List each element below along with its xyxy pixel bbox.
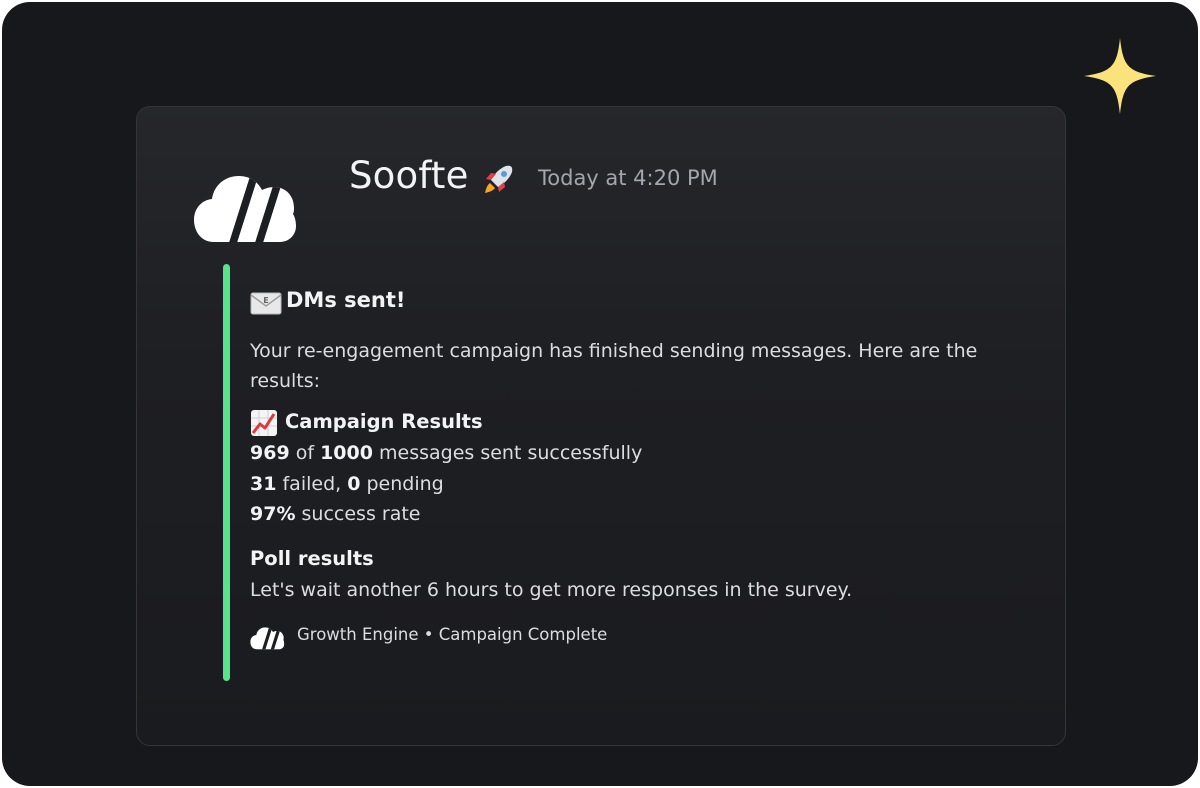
pending-suffix: pending [360, 473, 444, 495]
embed-description: Your re-engagement campaign has finished… [250, 340, 978, 392]
svg-text:E: E [263, 296, 268, 305]
author-name[interactable]: Soofte [349, 154, 469, 197]
sparkle-icon [1084, 38, 1156, 114]
embed-accent-bar [223, 264, 230, 681]
stat-failed: 31 failed, 0 pending [250, 473, 444, 495]
message-timestamp: Today at 4:20 PM [538, 166, 718, 190]
sent-suffix: messages sent successfully [372, 442, 643, 464]
total-count: 1000 [320, 442, 373, 464]
failed-count: 31 [250, 473, 277, 495]
embed-title-text: DMs sent! [286, 288, 406, 312]
sent-count: 969 [250, 442, 290, 464]
poll-results-title: Poll results [250, 547, 374, 570]
poll-results-text: Let's wait another 6 hours to get more r… [250, 579, 853, 601]
chart-increasing-icon [251, 410, 277, 436]
stat-sent: 969 of 1000 messages sent successfully [250, 442, 642, 464]
of-word: of [289, 442, 321, 464]
rate-suffix: success rate [295, 503, 421, 525]
embed-footer-text: Growth Engine • Campaign Complete [297, 625, 608, 644]
footer-logo-icon [250, 627, 285, 650]
stat-rate: 97% success rate [250, 503, 420, 525]
failed-mid: failed, [276, 473, 348, 495]
pending-count: 0 [347, 473, 361, 495]
envelope-icon: E [250, 292, 282, 315]
campaign-results-title: Campaign Results [285, 410, 483, 433]
rocket-icon [485, 165, 513, 193]
sofi-logo-avatar[interactable] [192, 172, 296, 244]
success-rate: 97% [250, 503, 296, 525]
